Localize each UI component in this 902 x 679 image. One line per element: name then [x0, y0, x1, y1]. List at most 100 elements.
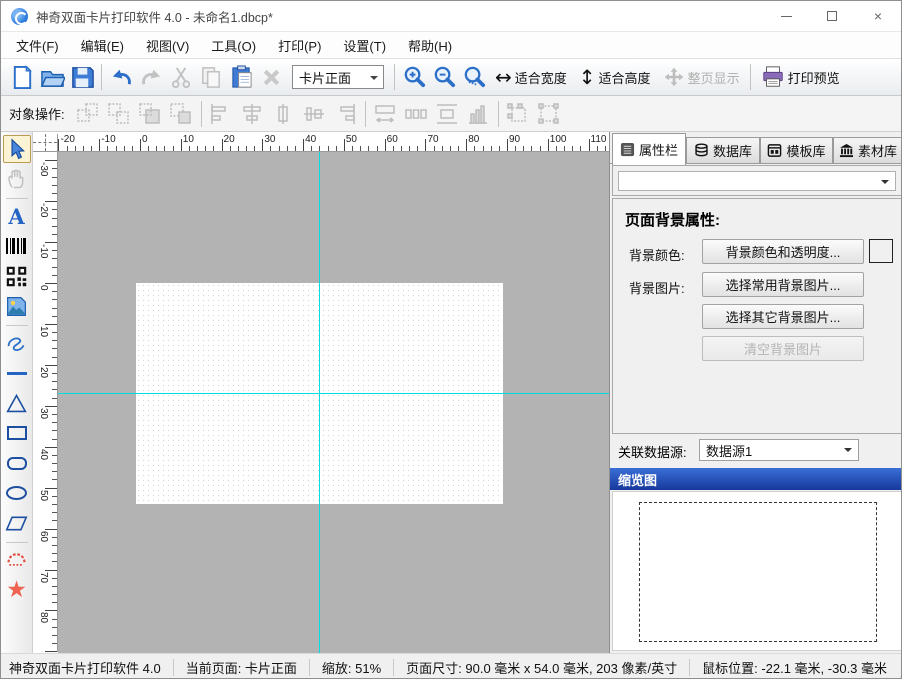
same-width-button[interactable] — [370, 100, 401, 128]
datasource-row: 关联数据源: 数据源1 — [610, 438, 902, 462]
database-icon — [694, 143, 709, 158]
text-tool[interactable]: A — [3, 202, 31, 230]
toolbar-separator — [101, 64, 102, 90]
menu-file[interactable]: 文件(F) — [5, 36, 70, 55]
tab-materials[interactable]: 素材库 — [833, 137, 902, 164]
ruler-left: -30-20-1001020304050607080 — [33, 152, 58, 652]
zoom-actual-icon — [462, 65, 487, 90]
object-select-combo[interactable] — [618, 171, 896, 191]
star-tool[interactable]: ★ — [3, 576, 31, 604]
print-preview-icon — [761, 65, 785, 89]
stamp-tool[interactable] — [3, 546, 31, 574]
undo-button[interactable] — [106, 62, 136, 92]
chart-bars-icon — [466, 102, 490, 126]
pick-other-bg-button[interactable]: 选择其它背景图片... — [702, 304, 864, 329]
tab-templates[interactable]: 模板库 — [760, 137, 833, 164]
line-tool[interactable] — [3, 359, 31, 387]
zoom-out-icon — [432, 65, 457, 90]
menu-tools[interactable]: 工具(O) — [200, 36, 267, 55]
maximize-button[interactable] — [809, 1, 855, 31]
page-side-select[interactable]: 卡片正面 — [292, 65, 384, 89]
align-left-button[interactable] — [206, 100, 237, 128]
align-middle-icon — [271, 102, 295, 126]
zoom-in-button[interactable] — [399, 62, 429, 92]
new-file-button[interactable] — [7, 62, 37, 92]
bg-color-swatch[interactable] — [869, 239, 893, 263]
parallelogram-tool[interactable] — [3, 509, 31, 537]
align-right-button[interactable] — [330, 100, 361, 128]
curve-tool[interactable] — [3, 329, 31, 357]
send-to-back-button[interactable] — [166, 100, 197, 128]
paste-button[interactable] — [226, 62, 256, 92]
copy-button[interactable] — [196, 62, 226, 92]
ruler-top: -20-100102030405060708090100110 — [58, 134, 609, 152]
ellipse-tool[interactable] — [3, 479, 31, 507]
close-icon: × — [874, 8, 882, 24]
open-file-button[interactable] — [37, 62, 67, 92]
fit-width-button[interactable]: ↔ 适合宽度 — [489, 67, 573, 87]
menu-print[interactable]: 打印(P) — [267, 36, 332, 55]
tab-label: 属性栏 — [639, 140, 678, 159]
align-distribute-button[interactable] — [299, 100, 330, 128]
redo-icon — [139, 65, 164, 90]
toolbar-separator — [394, 64, 395, 90]
menu-edit[interactable]: 编辑(E) — [70, 36, 135, 55]
pan-tool[interactable] — [3, 165, 31, 193]
chevron-down-icon — [881, 180, 889, 188]
select-tool[interactable] — [3, 135, 31, 163]
resize-grip[interactable] — [899, 666, 901, 679]
rectangle-tool[interactable] — [3, 419, 31, 447]
bring-to-front-button[interactable] — [135, 100, 166, 128]
curve-icon — [5, 332, 28, 355]
close-button[interactable]: × — [855, 1, 901, 31]
align-middle-button[interactable] — [268, 100, 299, 128]
delete-button[interactable] — [256, 62, 286, 92]
chart-bars-button[interactable] — [463, 100, 494, 128]
menu-bar: 文件(F) 编辑(E) 视图(V) 工具(O) 打印(P) 设置(T) 帮助(H… — [1, 31, 901, 58]
barcode-icon — [6, 238, 27, 254]
bg-color-label: 背景颜色: — [629, 245, 685, 264]
pick-common-bg-button[interactable]: 选择常用背景图片... — [702, 272, 864, 297]
thumbnail-preview[interactable] — [612, 491, 902, 651]
menu-help[interactable]: 帮助(H) — [397, 36, 463, 55]
fit-height-button[interactable]: ↕ 适合高度 — [573, 67, 657, 87]
rounded-rectangle-tool[interactable] — [3, 449, 31, 477]
triangle-tool[interactable] — [3, 389, 31, 417]
datasource-value: 数据源1 — [706, 441, 752, 460]
save-button[interactable] — [67, 62, 97, 92]
print-preview-label: 打印预览 — [788, 68, 840, 87]
transform-object-button[interactable] — [534, 100, 565, 128]
print-preview-button[interactable]: 打印预览 — [755, 65, 846, 89]
minimize-button[interactable] — [763, 1, 809, 31]
menu-view[interactable]: 视图(V) — [135, 36, 200, 55]
qrcode-tool[interactable] — [3, 262, 31, 290]
datasource-combo[interactable]: 数据源1 — [699, 439, 859, 461]
material-icon — [839, 143, 854, 158]
main-area: A ★ -20-100102030405060708090100110 -30-… — [1, 132, 902, 653]
group-icon — [76, 102, 100, 126]
group-button[interactable] — [73, 100, 104, 128]
zoom-actual-button[interactable] — [459, 62, 489, 92]
cut-button[interactable] — [166, 62, 196, 92]
ungroup-button[interactable] — [104, 100, 135, 128]
whole-page-button[interactable]: 整页显示 — [657, 66, 746, 88]
barcode-tool[interactable] — [3, 232, 31, 260]
redo-button[interactable] — [136, 62, 166, 92]
menu-settings[interactable]: 设置(T) — [332, 36, 397, 55]
align-center-button[interactable] — [237, 100, 268, 128]
bg-color-button[interactable]: 背景颜色和透明度... — [702, 239, 864, 264]
select-object-button[interactable] — [503, 100, 534, 128]
maximize-icon — [827, 11, 837, 21]
same-size-button[interactable] — [432, 100, 463, 128]
image-tool[interactable] — [3, 292, 31, 320]
star-icon: ★ — [6, 579, 27, 602]
select-object-icon — [506, 102, 530, 126]
zoom-out-button[interactable] — [429, 62, 459, 92]
tab-database[interactable]: 数据库 — [686, 137, 760, 164]
group-title: 页面背景属性: — [625, 209, 720, 230]
design-canvas[interactable] — [58, 152, 609, 653]
clear-bg-button[interactable]: 清空背景图片 — [702, 336, 864, 361]
tab-properties[interactable]: 属性栏 — [612, 133, 686, 165]
toolbar-separator — [365, 101, 366, 127]
same-height-button[interactable] — [401, 100, 432, 128]
